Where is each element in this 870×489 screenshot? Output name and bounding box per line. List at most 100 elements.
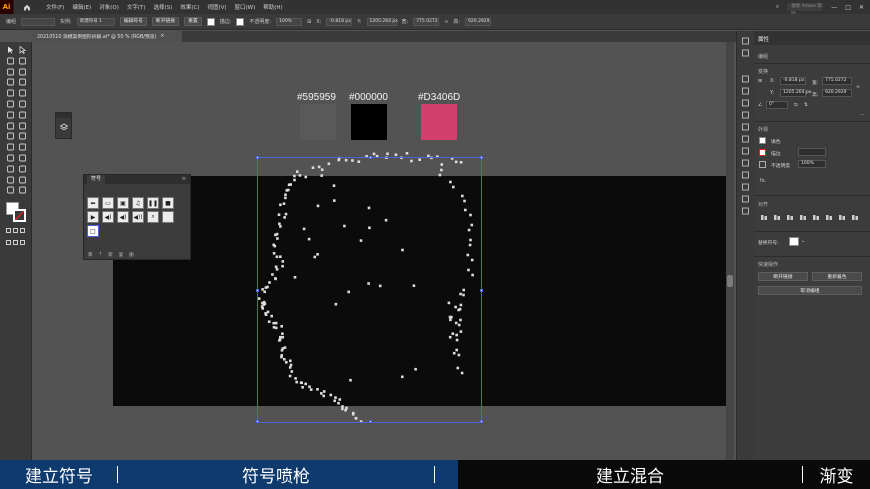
layers-icon[interactable] [59, 123, 69, 133]
box-symbol-icon[interactable]: ▭ [102, 197, 114, 209]
rotate-tool-icon[interactable] [6, 111, 15, 119]
pen-tool-icon[interactable] [6, 68, 15, 76]
menu-item[interactable]: 编辑(E) [72, 3, 91, 11]
recolor-button[interactable]: 重新着色 [812, 272, 862, 281]
search-icon[interactable]: ⌕ [776, 3, 779, 11]
link-proportions-icon[interactable]: ∞ [444, 19, 448, 25]
gradient-tool-icon[interactable] [18, 143, 27, 151]
align-button-icon[interactable] [825, 213, 833, 221]
menu-item[interactable]: 对象(O) [99, 3, 119, 11]
pause-symbol-icon[interactable]: ❚❚ [147, 197, 159, 209]
eraser-icon[interactable] [18, 100, 27, 108]
flip-vertical-icon[interactable]: ⇅ [804, 103, 808, 108]
y-field[interactable]: 1205.264 px [366, 17, 398, 26]
menu-item[interactable]: 帮助(H) [263, 3, 282, 11]
selection-handle[interactable] [256, 420, 259, 423]
collapse-icon[interactable] [741, 37, 750, 45]
align-button-icon[interactable] [799, 213, 807, 221]
scale-tool-icon[interactable] [18, 111, 27, 119]
none-mode-icon[interactable] [20, 228, 25, 233]
graphic-styles-icon[interactable] [741, 135, 750, 143]
align-button-icon[interactable] [812, 213, 820, 221]
color-swatch[interactable] [300, 104, 336, 140]
swatches-icon[interactable] [741, 99, 750, 107]
arrow-symbol-icon[interactable]: ⬅ [87, 197, 99, 209]
perspective-grid-icon[interactable] [18, 132, 27, 140]
mute-symbol-icon[interactable]: ◀) [102, 211, 114, 223]
selection-handle[interactable] [480, 289, 483, 292]
break-link-button[interactable]: 断开链接 [151, 17, 180, 26]
draw-mode-icon[interactable] [6, 240, 11, 245]
document-tab[interactable]: 20210510 渐模案例图形拆解.ai* @ 50 % (RGB/预览) × [32, 31, 182, 42]
brushes-icon[interactable] [741, 111, 750, 119]
libraries-icon[interactable] [741, 75, 750, 83]
paintbrush-icon[interactable] [18, 89, 27, 97]
selection-handle[interactable] [480, 156, 483, 159]
properties-icon[interactable] [741, 49, 750, 57]
column-graph-icon[interactable] [18, 165, 27, 173]
stroke-swatch[interactable] [759, 149, 766, 156]
magic-wand-icon[interactable] [6, 57, 15, 65]
layers-dock[interactable] [55, 112, 72, 139]
width-field[interactable]: 775.0272 [822, 77, 852, 85]
opacity-field[interactable]: 100% [798, 160, 826, 168]
shaper-tool-icon[interactable] [6, 100, 15, 108]
music-symbol-icon[interactable]: ♫ [132, 197, 144, 209]
hand-tool-icon[interactable] [6, 186, 15, 194]
properties-tab[interactable]: 属性 [758, 35, 769, 43]
artboards-icon[interactable] [741, 195, 750, 203]
menu-item[interactable]: 选择(S) [154, 3, 173, 11]
selection-handle[interactable] [369, 420, 372, 423]
artboard-tool-icon[interactable] [6, 176, 15, 184]
new-symbol-1[interactable]: □ [87, 225, 99, 237]
symbol-field[interactable] [21, 17, 56, 26]
panel-menu-icon[interactable]: ≡ [182, 176, 186, 182]
stroke-weight-field[interactable] [798, 148, 826, 156]
selection-handle[interactable] [256, 156, 259, 159]
mesh-tool-icon[interactable] [6, 143, 15, 151]
menu-item[interactable]: 视图(V) [207, 3, 226, 11]
flip-horizontal-icon[interactable]: ⇆ [794, 103, 798, 108]
symbols-footer-button[interactable]: 复 [119, 252, 124, 258]
symbols-icon[interactable] [741, 123, 750, 131]
symbol-sprayer-icon[interactable] [6, 165, 15, 173]
gradient-mode-icon[interactable] [13, 228, 18, 233]
fill-swatch[interactable] [206, 17, 215, 26]
lasso-icon[interactable] [18, 57, 27, 65]
color-swatch[interactable] [421, 104, 457, 140]
home-icon[interactable] [20, 0, 34, 14]
x-field[interactable]: -0.818 px [326, 17, 353, 26]
menu-item[interactable]: 文件(F) [46, 3, 64, 11]
play-symbol-icon[interactable]: ▶ [87, 211, 99, 223]
fill-swatch[interactable] [759, 137, 766, 144]
edit-symbol-button[interactable]: 编辑符号 [119, 17, 147, 26]
free-transform-icon[interactable] [18, 122, 27, 130]
menu-item[interactable]: 效果(C) [180, 3, 199, 11]
close-icon[interactable]: ✕ [859, 4, 864, 11]
angle-field[interactable]: 0° [766, 101, 788, 109]
more-tools-icon[interactable] [20, 240, 25, 245]
x-field[interactable]: -0.818 px [780, 77, 806, 85]
color-mode-icon[interactable] [6, 228, 11, 233]
reference-point-icon[interactable]: ⊞ [758, 79, 762, 84]
align-button-icon[interactable] [760, 213, 768, 221]
line-tool-icon[interactable] [18, 78, 27, 86]
color-swatch[interactable] [351, 104, 387, 140]
screen-mode-icon[interactable] [13, 240, 18, 245]
color-icon[interactable] [741, 87, 750, 95]
scrollbar-thumb[interactable] [727, 275, 733, 287]
volume-symbol-icon[interactable]: ◀) [117, 211, 129, 223]
selection-bounding-box[interactable] [256, 156, 483, 423]
tab-close-icon[interactable]: × [160, 34, 164, 39]
curvature-tool-icon[interactable] [18, 68, 27, 76]
align-button-icon[interactable] [838, 213, 846, 221]
align-button-icon[interactable] [786, 213, 794, 221]
height-field[interactable]: 920.2929 [465, 17, 492, 26]
y-field[interactable]: 1205.264 px [780, 89, 811, 97]
height-field[interactable]: 920.2929 [822, 89, 852, 97]
stroke-icon[interactable] [741, 171, 750, 179]
fx-button[interactable]: fx. [760, 179, 766, 184]
stroke-color-swatch[interactable] [13, 209, 26, 222]
replace-symbol-swatch[interactable] [789, 237, 799, 246]
opacity-field[interactable]: 100% [276, 17, 303, 26]
